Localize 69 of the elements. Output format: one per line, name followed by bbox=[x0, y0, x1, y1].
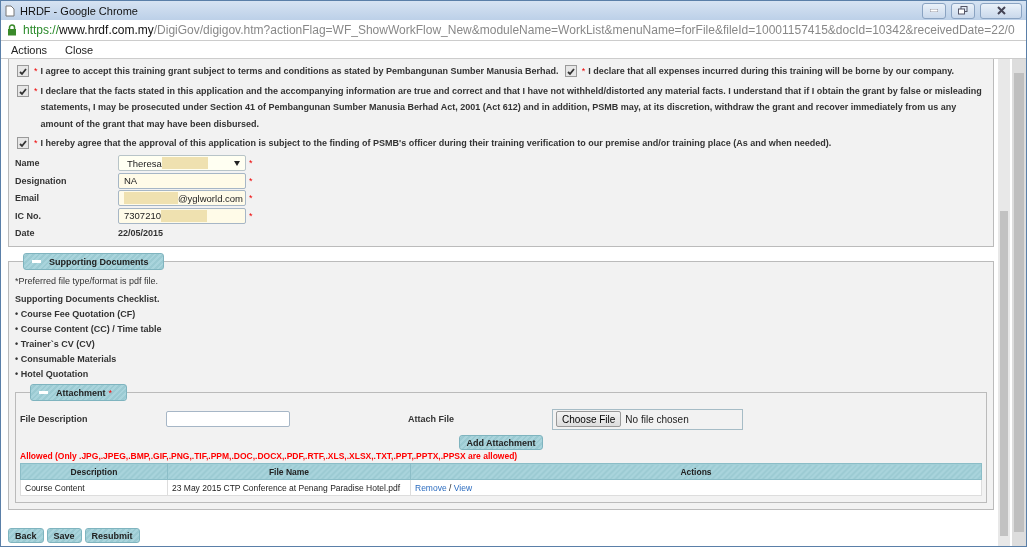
minus-icon bbox=[32, 260, 41, 263]
section-toggle[interactable]: Attachment * bbox=[30, 384, 128, 401]
page-icon bbox=[5, 4, 15, 17]
text-field[interactable]: @yglworld.com bbox=[118, 190, 246, 207]
column-header: Description bbox=[20, 463, 168, 480]
required-mark: * bbox=[34, 65, 38, 78]
required-mark: * bbox=[34, 84, 38, 98]
minimize-icon bbox=[930, 9, 938, 12]
checklist-title: Supporting Documents Checklist. bbox=[15, 293, 161, 306]
field-label: Name bbox=[15, 158, 41, 169]
required-mark: * bbox=[249, 158, 253, 169]
required-mark: * bbox=[249, 210, 253, 221]
restore-button[interactable] bbox=[951, 2, 975, 19]
required-mark: * bbox=[249, 193, 253, 204]
form-button[interactable]: Save bbox=[46, 528, 82, 543]
minus-icon bbox=[39, 391, 48, 394]
description-field[interactable] bbox=[166, 411, 290, 427]
menu-item[interactable]: Close bbox=[55, 43, 102, 56]
required-mark: * bbox=[581, 65, 586, 78]
note-text: *Preferred file type/format is pdf file. bbox=[15, 275, 160, 288]
checklist-item: • Consumable Materials bbox=[15, 353, 118, 366]
lock-icon bbox=[7, 24, 17, 36]
field-label: Designation bbox=[15, 175, 68, 186]
declaration-text: I hereby agree that the approval of this application is subject to the finding of PSMB's officer during their training verification to our premise and/or training place (As and when needed). bbox=[40, 137, 832, 150]
action-link[interactable]: View bbox=[453, 482, 473, 493]
separator-text: / bbox=[448, 482, 453, 493]
url-text[interactable]: https://www.hrdf.com.my/DigiGov/digigov.htm?actionFlag=WF_ShowWorkFlow_New&moduleName=WorkList&menuName=forFile&fileId=10001157415&docId=10342&receivedDate=22/0 bbox=[23, 23, 1015, 37]
date-value: 22/05/2015 bbox=[118, 228, 164, 239]
checkbox[interactable] bbox=[17, 65, 29, 77]
checklist-item: • Course Fee Quotation (CF) bbox=[15, 308, 137, 321]
field-label: Email bbox=[15, 193, 40, 204]
field-label: File Description bbox=[20, 414, 89, 424]
required-mark: * bbox=[249, 175, 253, 186]
caret-icon bbox=[234, 160, 240, 166]
action-link[interactable]: Remove bbox=[415, 482, 447, 493]
field-label: Date bbox=[15, 228, 36, 239]
scrollbar[interactable] bbox=[1012, 59, 1026, 546]
close-button[interactable] bbox=[980, 2, 1022, 19]
form-button[interactable]: Back bbox=[8, 528, 44, 543]
declaration-text: I agree to accept this training grant subject to terms and conditions as stated by Pembangunan Sumber Manusia Berhad. bbox=[40, 65, 559, 78]
checkbox[interactable] bbox=[17, 137, 29, 149]
declaration-text: I declare that the facts stated in this application and the accompanying information are true and correct and that I have not withheld/distorted any material facts. I understand that if I obtain the grant by false or misleading statements, I may be prosecuted under Section 41 of Pembangunan Sumber Manusia Berhad Act, 2001 (Act 612) and in addition, PSMB may, at its discretion, withdraw the grant and recover immediately from us any amount of the grant that may have been disbursed. bbox=[40, 84, 983, 131]
file-status: No file chosen bbox=[625, 413, 689, 425]
choose-file-button[interactable]: Choose File bbox=[556, 411, 622, 427]
restore-icon bbox=[958, 6, 968, 15]
text-field[interactable]: NA bbox=[118, 172, 246, 189]
menu-item[interactable]: Actions bbox=[1, 43, 56, 56]
field-label: IC No. bbox=[15, 210, 42, 221]
section-toggle[interactable]: Supporting Documents bbox=[23, 253, 164, 270]
window-title: HRDF - Google Chrome bbox=[20, 4, 139, 17]
form-button[interactable]: Resubmit bbox=[84, 528, 140, 543]
close-icon bbox=[996, 6, 1006, 15]
checklist-item: • Course Content (CC) / Time table bbox=[15, 323, 163, 336]
scrollbar[interactable] bbox=[998, 59, 1010, 546]
required-mark: * bbox=[34, 137, 38, 150]
required-mark: * bbox=[108, 387, 113, 398]
declaration-text: I declare that all expenses incurred during this training will be borne by our company. bbox=[588, 65, 955, 78]
add-attachment-button[interactable]: Add Attachment bbox=[459, 435, 543, 450]
text-field[interactable]: 7307210 bbox=[118, 207, 246, 224]
file-picker[interactable]: Choose File No file chosen bbox=[552, 408, 743, 430]
column-header: Actions bbox=[410, 463, 982, 480]
column-header: File Name bbox=[167, 463, 411, 480]
checklist-item: • Hotel Quotation bbox=[15, 368, 90, 381]
field-label: Attach File bbox=[408, 414, 455, 424]
allowed-types-note: Allowed (Only .JPG,.JPEG,.BMP,.GIF,.PNG,.TIF,.PPM,.DOC,.DOCX,.PDF,.RTF,.XLS,.XLSX,.TXT,.PPT,.PPTX,.PPSX are allowed) bbox=[20, 451, 519, 461]
checklist-item: • Trainer`s CV (CV) bbox=[15, 338, 96, 351]
checkbox[interactable] bbox=[564, 65, 577, 77]
name-dropdown[interactable]: Theresa bbox=[118, 155, 246, 172]
checkbox[interactable] bbox=[17, 84, 29, 97]
